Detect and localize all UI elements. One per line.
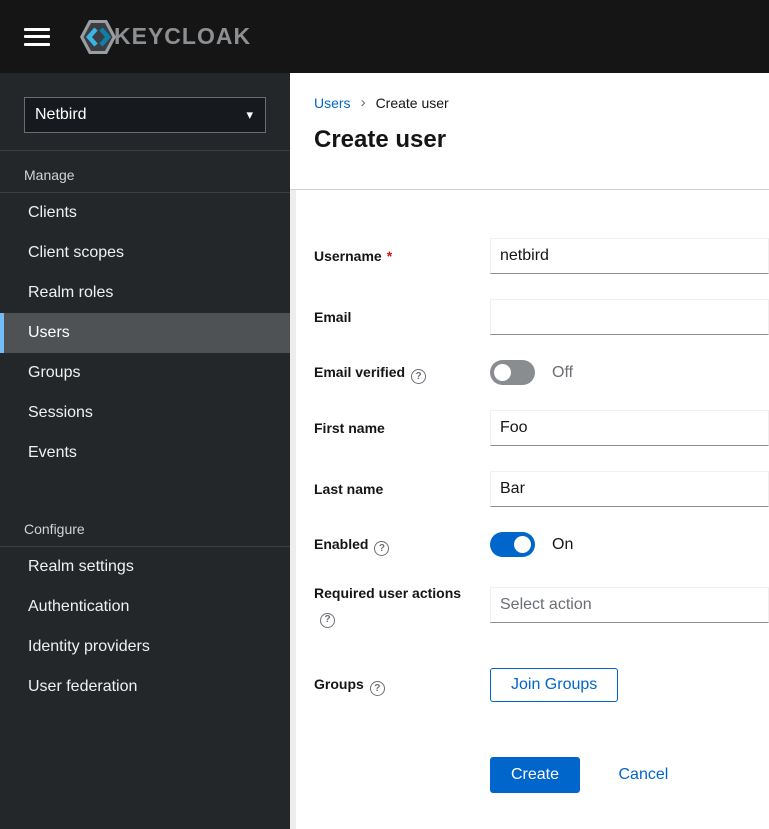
sidebar-item-authentication[interactable]: Authentication xyxy=(0,587,290,627)
username-row: Username * xyxy=(314,238,769,274)
enabled-toggle[interactable] xyxy=(490,532,535,557)
sidebar: Netbird ▾ Manage Clients Client scopes R… xyxy=(0,73,290,829)
first-name-field[interactable] xyxy=(490,410,769,446)
help-icon[interactable]: ? xyxy=(320,612,335,628)
nav-group-title-configure: Configure xyxy=(24,521,85,537)
brand-text: KEYCLOAK xyxy=(114,23,252,49)
realm-selector-value: Netbird xyxy=(35,106,87,123)
sidebar-item-users[interactable]: Users xyxy=(0,313,290,353)
form-actions-row: Create Cancel xyxy=(314,756,769,793)
groups-label: Groups? xyxy=(314,673,490,697)
join-groups-button[interactable]: Join Groups xyxy=(490,667,619,702)
required-user-actions-row: Required user actions ? xyxy=(314,582,769,628)
toggle-knob xyxy=(514,536,531,553)
last-name-field[interactable] xyxy=(490,471,769,507)
masthead: KEYCLOAK xyxy=(0,0,769,73)
cancel-button[interactable]: Cancel xyxy=(618,758,668,792)
enabled-label: Enabled? xyxy=(314,533,490,557)
email-label: Email xyxy=(314,309,352,325)
email-verified-state: Off xyxy=(552,363,574,381)
sidebar-item-identity-providers[interactable]: Identity providers xyxy=(0,627,290,667)
sidebar-item-groups[interactable]: Groups xyxy=(0,353,290,393)
groups-row: Groups? Join Groups xyxy=(314,667,769,702)
menu-icon[interactable] xyxy=(24,23,50,50)
help-icon[interactable]: ? xyxy=(411,369,427,385)
enabled-state: On xyxy=(552,535,574,553)
sidebar-item-events[interactable]: Events xyxy=(0,433,290,473)
sidebar-item-user-federation[interactable]: User federation xyxy=(0,667,290,707)
sidebar-item-realm-settings[interactable]: Realm settings xyxy=(0,547,290,587)
help-icon[interactable]: ? xyxy=(374,541,390,557)
sidebar-item-sessions[interactable]: Sessions xyxy=(0,393,290,433)
help-icon[interactable]: ? xyxy=(369,681,385,697)
email-row: Email xyxy=(314,299,769,335)
email-verified-label: Email verified? xyxy=(314,361,490,385)
keycloak-logo[interactable]: KEYCLOAK xyxy=(78,17,251,57)
email-verified-row: Email verified? Off xyxy=(314,360,769,385)
breadcrumb-current: Create user xyxy=(375,94,449,111)
sidebar-item-clients[interactable]: Clients xyxy=(0,193,290,233)
required-indicator: * xyxy=(386,248,393,264)
first-name-label: First name xyxy=(314,420,385,436)
required-user-actions-select[interactable] xyxy=(490,586,769,623)
realm-selector[interactable]: Netbird ▾ xyxy=(24,97,266,133)
toggle-knob xyxy=(494,364,511,381)
create-button[interactable]: Create xyxy=(490,756,581,793)
keycloak-logo-icon xyxy=(80,19,116,54)
email-verified-toggle-wrap: Off xyxy=(490,360,769,385)
page-header: Users › Create user Create user xyxy=(290,73,769,190)
username-label: Username * xyxy=(314,248,393,264)
enabled-toggle-wrap: On xyxy=(490,532,769,557)
sidebar-item-client-scopes[interactable]: Client scopes xyxy=(0,233,290,273)
last-name-row: Last name xyxy=(314,471,769,507)
breadcrumb: Users › Create user xyxy=(314,94,769,111)
page-title: Create user xyxy=(314,126,447,153)
username-field[interactable] xyxy=(490,238,769,274)
content: Users › Create user Create user Username… xyxy=(290,73,769,829)
breadcrumb-separator-icon: › xyxy=(360,94,366,111)
email-field[interactable] xyxy=(490,299,769,335)
enabled-row: Enabled? On xyxy=(314,532,769,557)
email-verified-toggle[interactable] xyxy=(490,360,535,385)
breadcrumb-link-users[interactable]: Users xyxy=(314,95,351,111)
nav-group-configure: Configure Realm settings Authentication … xyxy=(0,505,290,707)
create-user-form: Username* Email Email verified? xyxy=(296,190,769,829)
nav-group-title-manage: Manage xyxy=(24,167,75,183)
sidebar-item-realm-roles[interactable]: Realm roles xyxy=(0,273,290,313)
last-name-label: Last name xyxy=(314,481,384,497)
nav-group-manage: Manage Clients Client scopes Realm roles… xyxy=(0,151,290,473)
first-name-row: First name xyxy=(314,410,769,446)
chevron-down-icon: ▾ xyxy=(246,107,253,122)
form-section: Username* Email Email verified? xyxy=(290,190,769,829)
required-user-actions-label: Required user actions ? xyxy=(314,582,490,628)
